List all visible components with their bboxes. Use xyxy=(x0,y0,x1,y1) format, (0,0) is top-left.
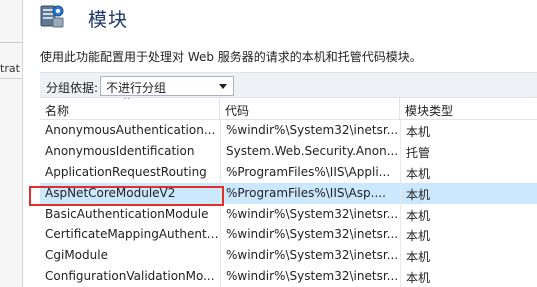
chevron-down-icon[interactable] xyxy=(219,84,227,89)
module-type: 本机 xyxy=(400,224,537,246)
modules-feature-page: 模块 使用此功能配置用于处理对 Web 服务器的请求的本机和托管代码模块。 分组… xyxy=(24,0,537,287)
module-type: 本机 xyxy=(400,182,537,204)
column-header-name[interactable]: 名称 ^ xyxy=(40,98,220,120)
table-row[interactable]: ApplicationRequestRouting %ProgramFiles%… xyxy=(40,161,537,183)
page-title: 模块 xyxy=(88,9,129,31)
module-code: System.Web.Security.Anon... xyxy=(220,140,400,162)
module-type: 本机 xyxy=(400,203,537,225)
module-code: %windir%\System32\inetsr... xyxy=(220,120,400,141)
column-header-label: 代码 xyxy=(225,104,250,118)
module-code: %windir%\System32\inetsr... xyxy=(220,266,400,287)
module-name: CertificateMappingAuthenti... xyxy=(45,227,220,242)
table-row[interactable]: AnonymousIdentification System.Web.Secur… xyxy=(40,140,537,162)
module-type: 本机 xyxy=(400,245,537,267)
module-code: %ProgramFiles%\IIS\Appli... xyxy=(220,161,400,183)
module-type: 本机 xyxy=(400,161,537,183)
page-description: 使用此功能配置用于处理对 Web 服务器的请求的本机和托管代码模块。 xyxy=(40,50,422,64)
column-header-label: 名称 xyxy=(45,104,70,118)
group-by-value: 不进行分组 xyxy=(106,81,167,95)
group-by-label: 分组依据: xyxy=(46,81,99,95)
module-type: 托管 xyxy=(400,140,537,162)
table-row[interactable]: BasicAuthenticationModule %windir%\Syste… xyxy=(40,203,537,225)
table-row[interactable]: AnonymousAuthentication... %windir%\Syst… xyxy=(40,120,537,141)
column-header-label: 模块类型 xyxy=(405,104,454,118)
module-code: %windir%\System32\inetsr... xyxy=(220,224,400,246)
table-row[interactable]: ConfigurationValidationMo... %windir%\Sy… xyxy=(40,266,537,287)
module-code: %windir%\System32\inetsr... xyxy=(220,245,400,267)
group-toolbar: 分组依据: 不进行分组 xyxy=(40,72,537,98)
module-type: 本机 xyxy=(400,120,537,141)
left-pane-divider xyxy=(0,42,22,43)
module-name: ConfigurationValidationMo... xyxy=(45,269,215,284)
module-name: BasicAuthenticationModule xyxy=(45,206,209,221)
left-pane-text-fragment: trat xyxy=(0,62,20,75)
grid-header: 名称 ^ 代码 模块类型 xyxy=(40,98,537,120)
module-code: %ProgramFiles%\IIS\Asp.... xyxy=(220,182,400,204)
module-type: 本机 xyxy=(400,266,537,287)
left-pane-divider xyxy=(0,78,22,79)
table-row-selected[interactable]: AspNetCoreModuleV2 %ProgramFiles%\IIS\As… xyxy=(40,182,537,204)
module-name: AnonymousAuthentication... xyxy=(45,123,216,137)
left-pane: trat xyxy=(0,0,23,287)
modules-server-icon xyxy=(40,5,64,28)
column-header-code[interactable]: 代码 xyxy=(220,98,400,120)
module-code: %windir%\System32\inetsr... xyxy=(220,203,400,225)
module-name: AspNetCoreModuleV2 xyxy=(45,185,176,200)
module-name: AnonymousIdentification xyxy=(45,143,195,158)
module-name: CgiModule xyxy=(45,248,108,263)
table-row[interactable]: CertificateMappingAuthenti... %windir%\S… xyxy=(40,224,537,246)
sort-ascending-icon: ^ xyxy=(123,98,131,106)
table-row[interactable]: CgiModule %windir%\System32\inetsr... 本机 xyxy=(40,245,537,267)
group-by-dropdown[interactable]: 不进行分组 xyxy=(100,76,234,96)
modules-grid: 名称 ^ 代码 模块类型 AnonymousAuthentication... … xyxy=(40,98,537,287)
column-header-module-type[interactable]: 模块类型 xyxy=(400,98,537,120)
module-name: ApplicationRequestRouting xyxy=(45,164,207,179)
